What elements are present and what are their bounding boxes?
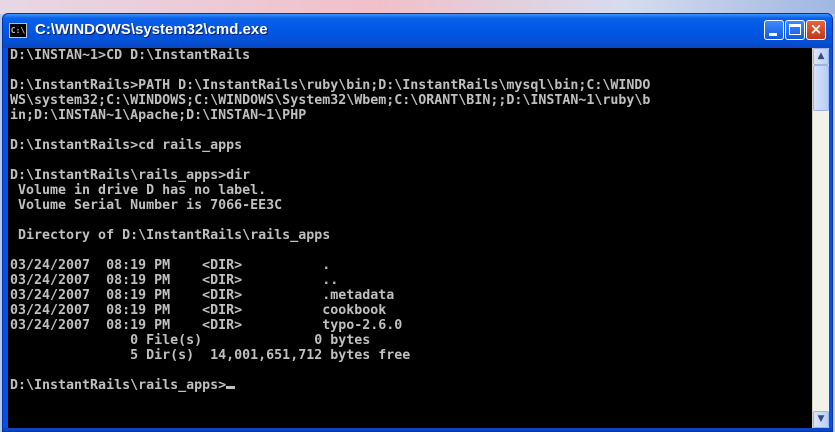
maximize-button[interactable] bbox=[785, 20, 805, 40]
console-line: 5 Dir(s) 14,001,651,712 bytes free bbox=[10, 348, 411, 363]
console-line: 03/24/2007 08:19 PM <DIR> .. bbox=[10, 273, 339, 288]
console-line: Directory of D:\InstantRails\rails_apps bbox=[10, 228, 331, 243]
text-cursor bbox=[226, 386, 236, 389]
console-line: 03/24/2007 08:19 PM <DIR> .metadata bbox=[10, 288, 395, 303]
console-line: D:\InstantRails\rails_apps> bbox=[8, 378, 812, 393]
scroll-down-button[interactable]: ▼ bbox=[813, 411, 829, 428]
window-title: C:\WINDOWS\system32\cmd.exe bbox=[35, 21, 268, 38]
cmd-icon[interactable]: C:\ bbox=[9, 23, 27, 38]
console-line: in;D:\INSTAN~1\Apache;D:\INSTAN~1\PHP bbox=[10, 108, 307, 123]
prompt-text: D:\InstantRails\rails_apps> bbox=[10, 378, 227, 393]
console-line: Volume in drive D has no label. bbox=[10, 183, 267, 198]
console-output[interactable]: D:\INSTAN~1>CD D:\InstantRails D:\Instant… bbox=[8, 48, 812, 428]
console-line: Volume Serial Number is 7066-EE3C bbox=[10, 198, 283, 213]
title-bar[interactable]: C:\ C:\WINDOWS\system32\cmd.exe × bbox=[3, 14, 832, 48]
console-line: D:\InstantRails\rails_apps>dir bbox=[10, 168, 251, 183]
console-line: 03/24/2007 08:19 PM <DIR> typo-2.6.0 bbox=[10, 318, 403, 333]
vertical-scrollbar[interactable]: ▲ ▼ bbox=[812, 48, 829, 428]
minimize-icon bbox=[769, 33, 777, 36]
maximize-icon bbox=[789, 24, 801, 35]
console-line: 03/24/2007 08:19 PM <DIR> . bbox=[10, 258, 331, 273]
console-line: 03/24/2007 08:19 PM <DIR> cookbook bbox=[10, 303, 387, 318]
console-line: 0 File(s) 0 bytes bbox=[10, 333, 371, 348]
console-line: D:\InstantRails>PATH D:\InstantRails\rub… bbox=[10, 78, 651, 93]
close-button[interactable]: × bbox=[806, 20, 826, 40]
scroll-thumb[interactable] bbox=[813, 65, 829, 111]
desktop-background bbox=[0, 0, 835, 14]
scroll-up-button[interactable]: ▲ bbox=[813, 48, 829, 65]
console-line: D:\INSTAN~1>CD D:\InstantRails bbox=[10, 48, 251, 63]
console-line: D:\InstantRails>cd rails_apps bbox=[10, 138, 243, 153]
cmd-window: C:\ C:\WINDOWS\system32\cmd.exe × D:\INS… bbox=[2, 13, 833, 432]
console-line: WS\system32;C:\WINDOWS;C:\WINDOWS\System… bbox=[10, 93, 651, 108]
close-icon: × bbox=[809, 20, 823, 38]
minimize-button[interactable] bbox=[764, 20, 784, 40]
window-bottom-border bbox=[3, 428, 832, 431]
